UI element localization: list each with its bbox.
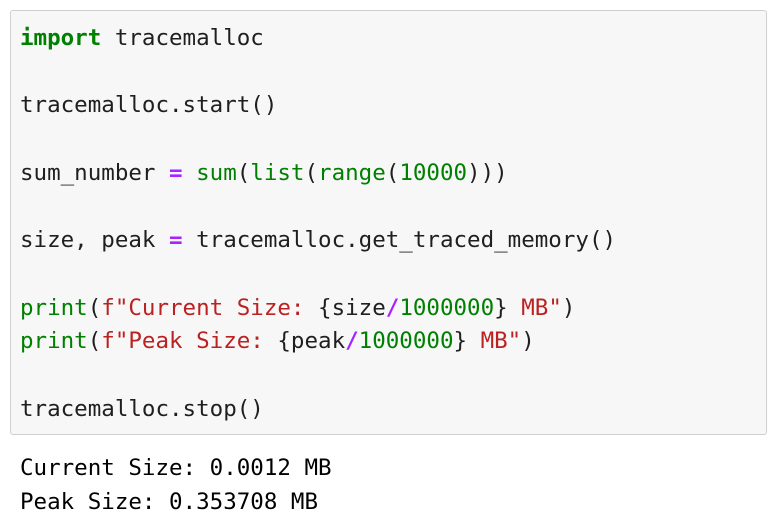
code-token-str: MB": [467, 328, 522, 355]
cell-output: Current Size: 0.0012 MB Peak Size: 0.3537…: [20, 452, 332, 519]
code-token-plain: tracemalloc.get_traced_memory(): [182, 227, 617, 254]
code-token-bi: print: [20, 294, 88, 321]
code-line: print(f"Peak Size: {peak/1000000} MB"): [20, 325, 616, 359]
code-token-plain: tracemalloc.start(): [20, 92, 278, 119]
code-token-plain: (: [87, 328, 102, 355]
code-line: tracemalloc.start(): [20, 89, 616, 123]
code-token-str: f"Peak Size:: [101, 328, 278, 355]
code-editor[interactable]: import tracemalloc tracemalloc.start() sum…: [20, 22, 616, 426]
code-token-plain: (: [87, 294, 102, 321]
code-token-plain: tracemalloc.stop(): [20, 395, 264, 422]
code-line: tracemalloc.stop(): [20, 393, 616, 427]
code-token-plain: ): [561, 294, 576, 321]
code-token-str: f"Current Size:: [101, 294, 319, 321]
code-token-bi: print: [20, 328, 88, 355]
code-token-bi: range: [318, 159, 386, 186]
code-token-plain: ))): [467, 159, 508, 186]
output-line: Current Size: 0.0012 MB: [20, 455, 332, 481]
code-token-plain: (: [385, 159, 400, 186]
code-token-plain: (: [304, 159, 319, 186]
code-line: import tracemalloc: [20, 22, 616, 56]
code-token-num: 1000000: [399, 294, 495, 321]
code-token-plain: }: [494, 294, 508, 321]
code-token-bi: sum: [196, 159, 237, 186]
code-line: sum_number = sum(list(range(10000))): [20, 157, 616, 191]
code-token-op: /: [385, 294, 400, 321]
code-token-plain: size, peak: [20, 227, 170, 254]
code-token-str: MB": [507, 294, 562, 321]
code-token-plain: (: [236, 159, 251, 186]
code-token-op: /: [345, 328, 359, 355]
code-token-plain: sum_number: [20, 159, 170, 186]
code-token-plain: {size: [318, 294, 386, 321]
code-line: size, peak = tracemalloc.get_traced_memo…: [20, 224, 616, 258]
code-token-num: 1000000: [358, 328, 454, 355]
output-line: Peak Size: 0.353708 MB: [20, 488, 319, 515]
code-token-plain: ): [521, 328, 535, 355]
code-token-op: =: [169, 159, 183, 186]
code-line: print(f"Current Size: {size/1000000} MB"…: [20, 292, 616, 326]
code-token-bi: list: [250, 159, 305, 186]
code-token-kw: import: [20, 25, 102, 51]
code-token-plain: tracemalloc: [101, 25, 264, 51]
code-token-op: =: [169, 227, 183, 254]
code-token-num: 10000: [399, 159, 468, 186]
code-token-plain: {peak: [277, 328, 346, 355]
code-token-plain: }: [453, 328, 468, 355]
